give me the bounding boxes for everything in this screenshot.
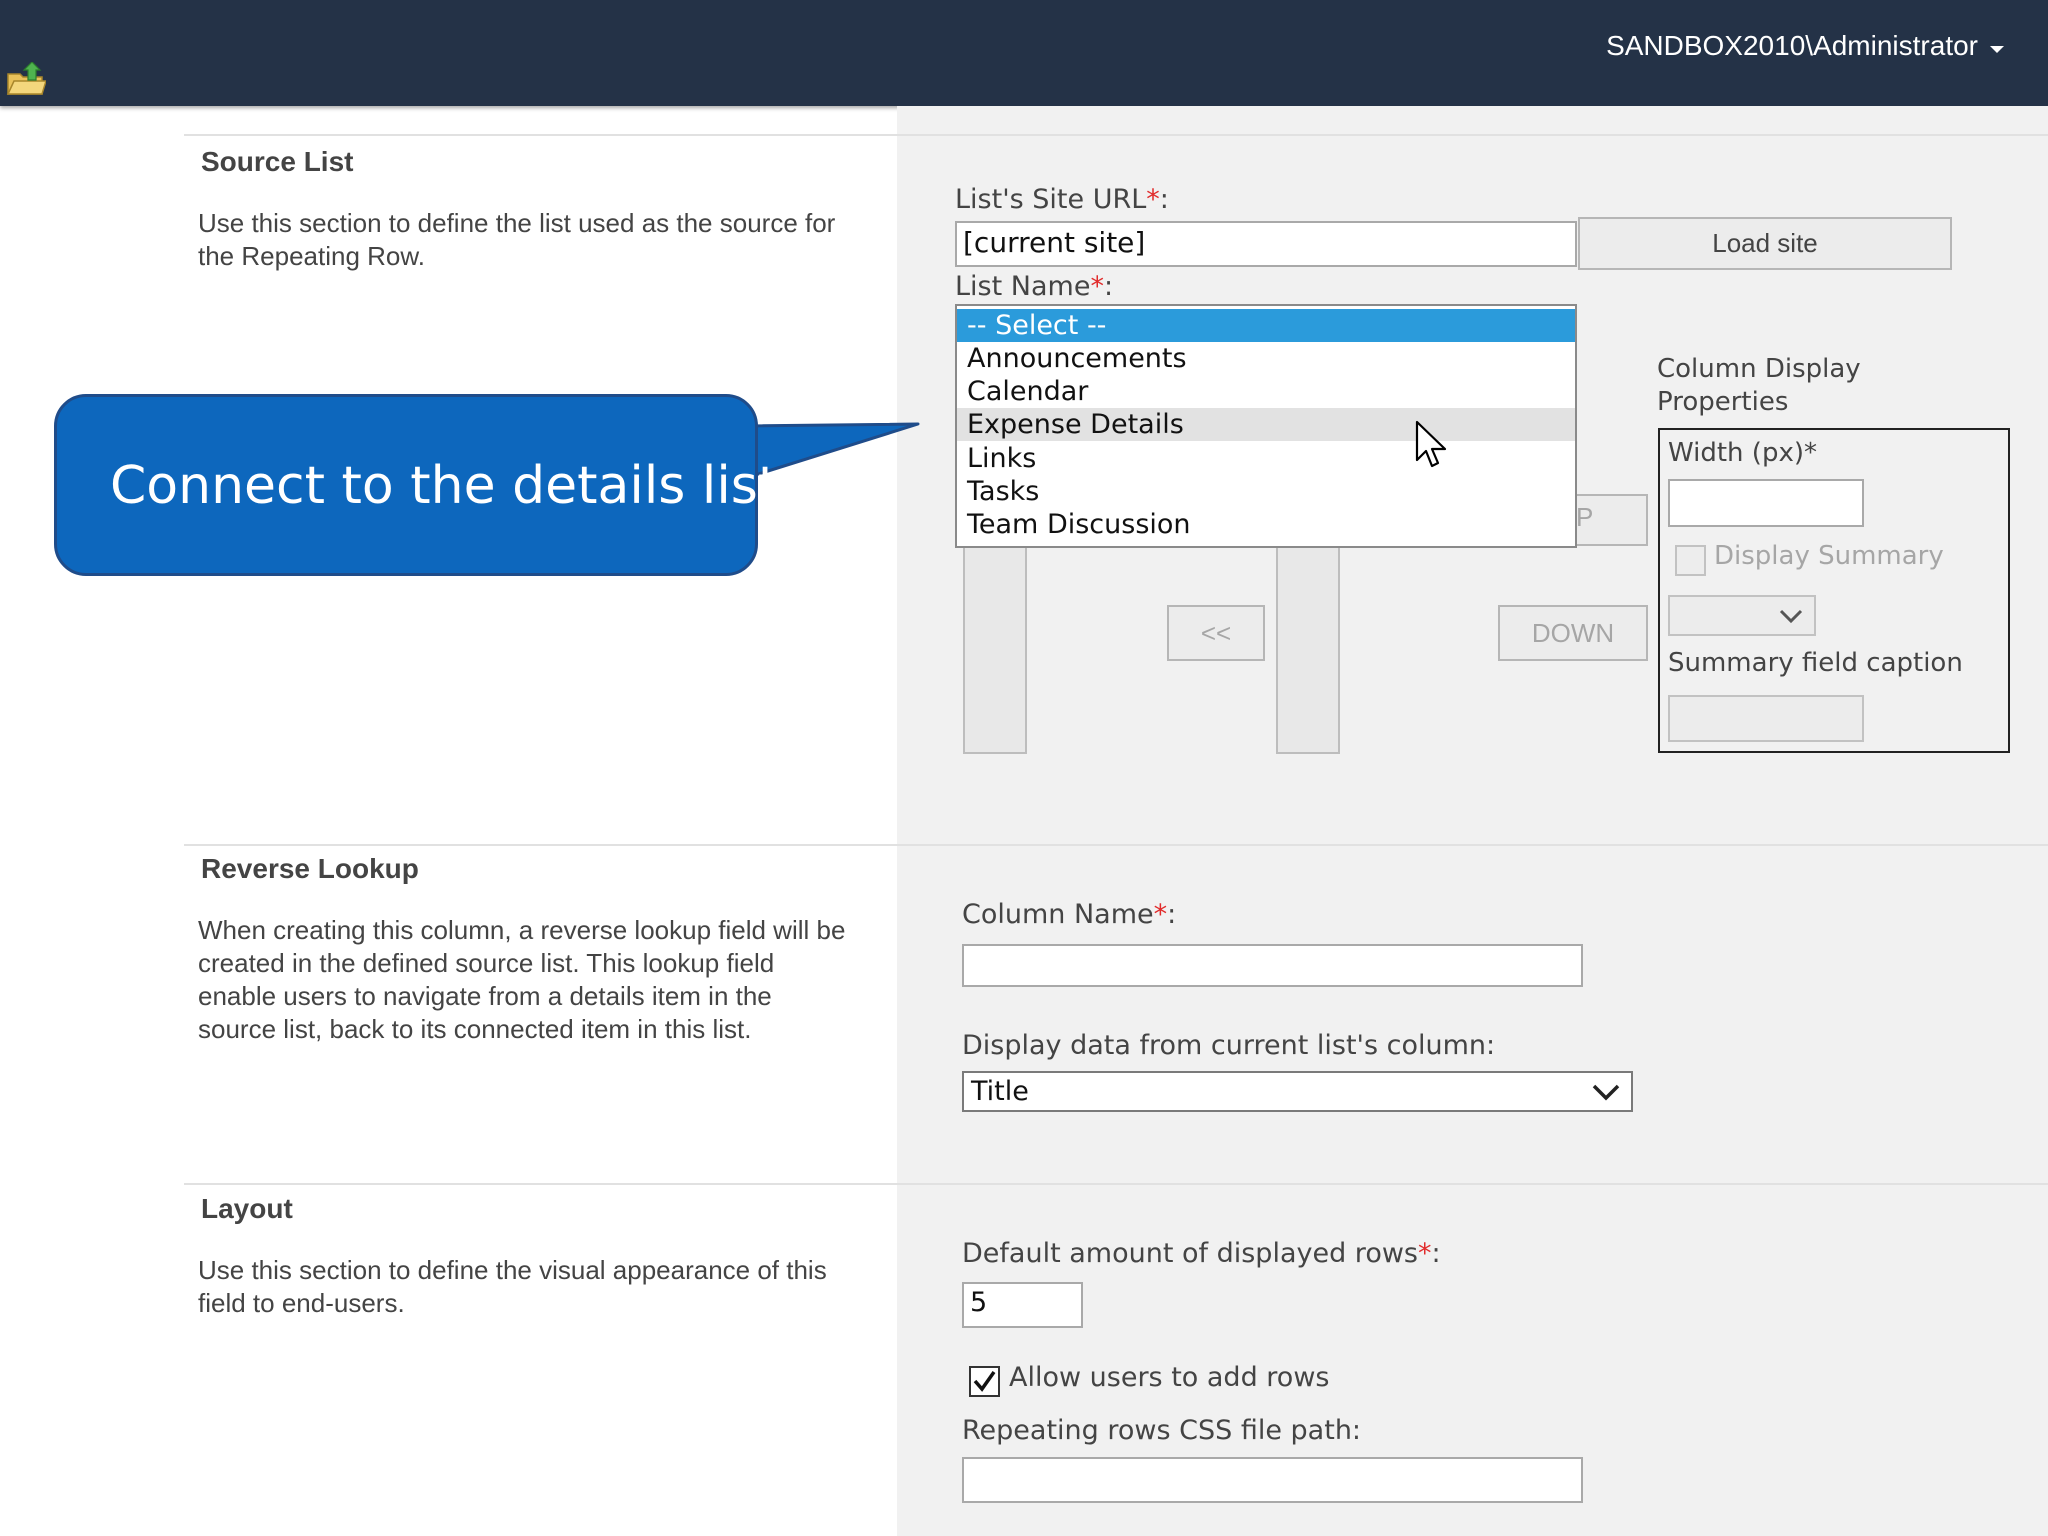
chevron-down-icon xyxy=(1592,1084,1620,1101)
section-divider xyxy=(184,1183,2048,1185)
list-name-label: List Name*: xyxy=(955,271,1114,302)
section-title-source-list: Source List xyxy=(201,146,354,177)
list-name-dropdown[interactable]: -- Select -- Announcements Calendar Expe… xyxy=(955,304,1577,548)
allow-add-rows-label: Allow users to add rows xyxy=(1009,1362,1330,1393)
user-menu[interactable]: SANDBOX2010\Administrator xyxy=(1606,30,1978,62)
width-input[interactable] xyxy=(1668,479,1864,527)
summary-type-select[interactable] xyxy=(1668,595,1816,636)
available-columns-list[interactable] xyxy=(963,546,1027,754)
display-data-value: Title xyxy=(971,1076,1029,1107)
css-path-label: Repeating rows CSS file path: xyxy=(962,1415,1362,1446)
site-url-label: List's Site URL*: xyxy=(955,184,1169,215)
section-title-reverse-lookup: Reverse Lookup xyxy=(201,853,419,884)
column-name-label: Column Name*: xyxy=(962,899,1177,930)
section-divider xyxy=(184,844,2048,846)
section-title-layout: Layout xyxy=(201,1193,293,1224)
list-option-expense-details[interactable]: Expense Details xyxy=(957,408,1575,441)
mouse-pointer-icon xyxy=(1415,420,1447,468)
display-data-label: Display data from current list's column: xyxy=(962,1030,1496,1061)
default-rows-input[interactable]: 5 xyxy=(962,1282,1083,1328)
section-description-source-list: Use this section to define the list used… xyxy=(198,208,836,271)
checkmark-icon xyxy=(973,1370,996,1392)
display-summary-checkbox[interactable] xyxy=(1675,545,1706,576)
load-site-button[interactable]: Load site xyxy=(1578,217,1952,270)
section-description-layout: Use this section to define the visual ap… xyxy=(198,1255,827,1318)
list-option-calendar[interactable]: Calendar xyxy=(957,375,1575,408)
width-label: Width (px)* xyxy=(1668,438,1817,468)
display-summary-label: Display Summary xyxy=(1714,541,1944,571)
site-url-input[interactable]: [current site] xyxy=(955,221,1577,267)
folder-up-icon[interactable] xyxy=(6,62,46,96)
summary-caption-label: Summary field caption xyxy=(1668,648,1963,678)
summary-caption-input[interactable] xyxy=(1668,695,1864,742)
column-name-input[interactable] xyxy=(962,944,1583,987)
list-option-tasks[interactable]: Tasks xyxy=(957,475,1575,508)
css-path-input[interactable] xyxy=(962,1457,1583,1503)
section-divider xyxy=(184,134,2048,136)
list-option-select[interactable]: -- Select -- xyxy=(957,309,1575,342)
list-option-announcements[interactable]: Announcements xyxy=(957,342,1575,375)
chevron-down-icon xyxy=(1779,609,1803,624)
column-display-title: Column Display Properties xyxy=(1657,354,1861,417)
list-option-team-discussion[interactable]: Team Discussion xyxy=(957,508,1575,541)
allow-add-rows-checkbox[interactable] xyxy=(969,1366,1000,1397)
chevron-down-icon[interactable] xyxy=(1990,46,2004,53)
default-rows-label: Default amount of displayed rows*: xyxy=(962,1238,1441,1269)
list-option-links[interactable]: Links xyxy=(957,442,1575,475)
move-down-button[interactable]: DOWN xyxy=(1498,605,1648,661)
callout-text: Connect to the details list xyxy=(110,456,779,516)
selected-columns-list[interactable] xyxy=(1276,546,1340,754)
display-data-select[interactable]: Title xyxy=(962,1071,1633,1112)
move-left-button[interactable]: << xyxy=(1167,605,1265,661)
section-description-reverse-lookup: When creating this column, a reverse loo… xyxy=(198,915,846,1044)
